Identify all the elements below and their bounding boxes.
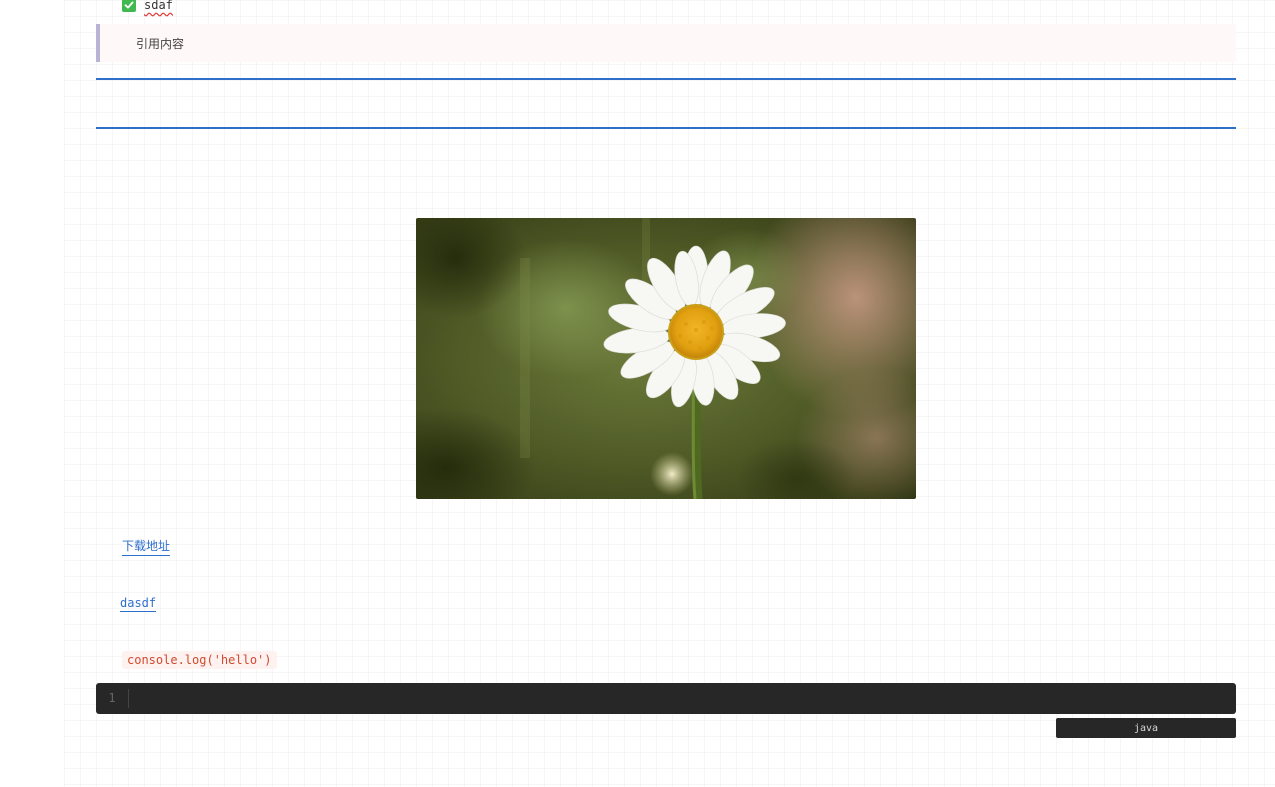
download-link[interactable]: 下载地址	[122, 537, 171, 556]
blockquote-text: 引用内容	[136, 36, 185, 51]
editor-page: sdaf 引用内容 下载地址 dasdf console.log('hello'…	[0, 0, 1275, 787]
daisy-image[interactable]	[416, 218, 916, 499]
editor-content[interactable]: sdaf 引用内容 下载地址 dasdf console.log('hello'…	[0, 0, 1275, 787]
horizontal-rule	[96, 78, 1236, 80]
inline-code: console.log('hello')	[122, 651, 277, 669]
task-label: sdaf	[144, 0, 173, 12]
code-language-select[interactable]: java	[1056, 718, 1236, 738]
text-link[interactable]: dasdf	[120, 596, 157, 612]
checkbox-checked-icon[interactable]	[122, 0, 136, 12]
code-editor-line[interactable]	[129, 683, 1236, 714]
blockquote: 引用内容	[96, 24, 1236, 62]
horizontal-rule	[96, 127, 1236, 129]
line-number: 1	[96, 689, 129, 708]
task-list-item: sdaf	[122, 0, 173, 14]
code-block[interactable]: 1	[96, 683, 1236, 714]
